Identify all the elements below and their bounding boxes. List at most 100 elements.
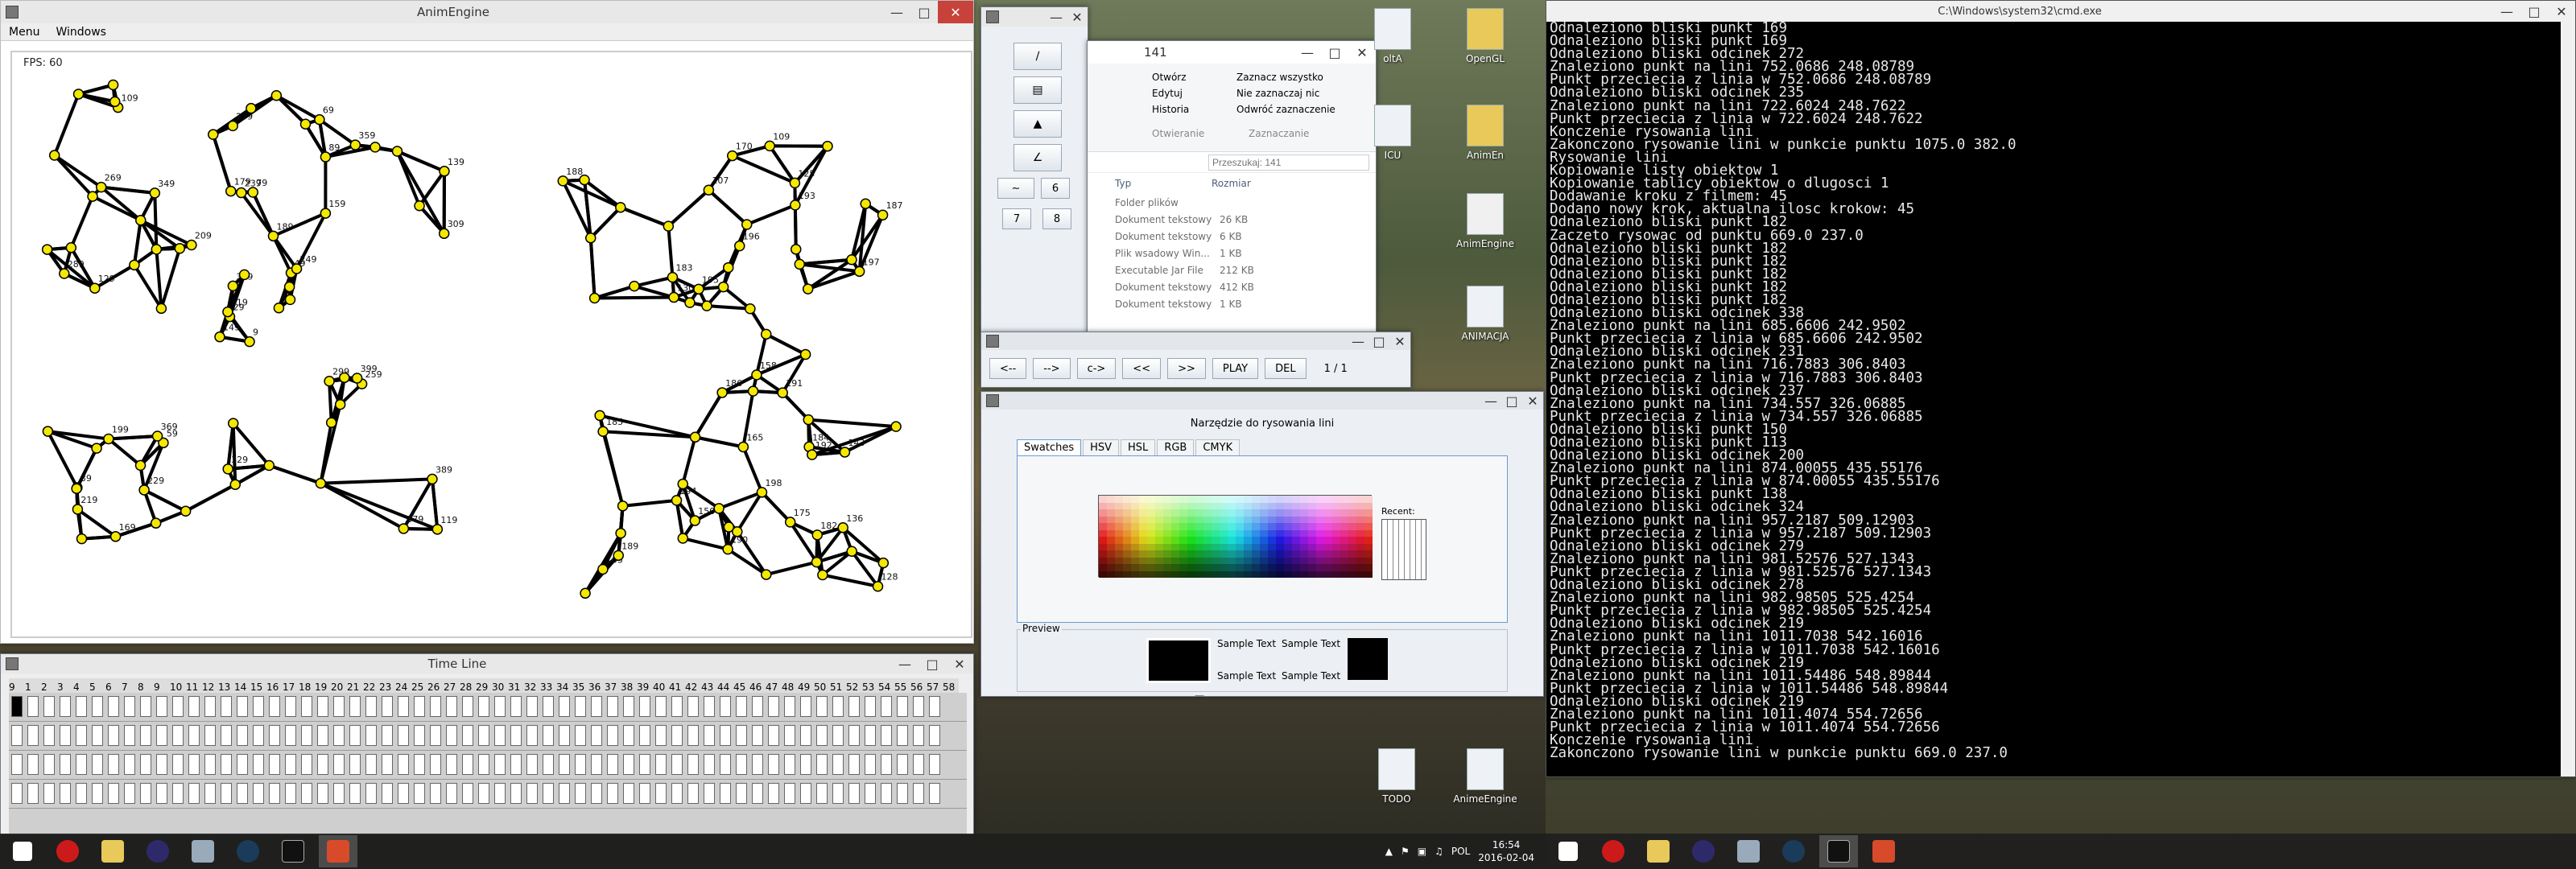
left-graph-edge[interactable]: [318, 118, 357, 146]
color-swatch[interactable]: [1147, 509, 1155, 517]
color-swatch[interactable]: [1308, 529, 1316, 537]
right-graph-node[interactable]: [677, 478, 688, 490]
color-swatch[interactable]: [1324, 543, 1332, 550]
timeline-cell[interactable]: [172, 783, 184, 804]
timeline-cell[interactable]: [865, 696, 876, 717]
color-swatch[interactable]: [1284, 550, 1292, 558]
color-swatch[interactable]: [1179, 529, 1187, 537]
timeline-cell[interactable]: [349, 696, 361, 717]
right-graph-edge[interactable]: [808, 418, 897, 429]
color-swatch[interactable]: [1308, 543, 1316, 550]
right-graph-edge[interactable]: [807, 270, 861, 291]
color-swatch[interactable]: [1356, 516, 1364, 523]
left-graph-edge[interactable]: [418, 170, 446, 207]
color-swatch[interactable]: [1316, 516, 1324, 523]
timeline-cell[interactable]: [897, 725, 908, 746]
color-swatch[interactable]: [1316, 564, 1324, 571]
color-swatch[interactable]: [1308, 550, 1316, 558]
color-swatch[interactable]: [1364, 502, 1373, 509]
timeline-cell[interactable]: [881, 696, 892, 717]
color-swatch[interactable]: [1332, 509, 1340, 517]
right-graph-node[interactable]: [794, 258, 806, 270]
color-swatch[interactable]: [1300, 529, 1308, 537]
timeline-cell[interactable]: [43, 725, 55, 746]
color-swatch[interactable]: [1228, 529, 1236, 537]
color-swatch[interactable]: [1139, 529, 1147, 537]
right-graph-node[interactable]: [807, 449, 818, 460]
color-swatch[interactable]: [1228, 564, 1236, 571]
left-graph-node[interactable]: [314, 113, 325, 126]
timeline-cell[interactable]: [929, 725, 940, 746]
angle-tool-button[interactable]: ∠: [1013, 144, 1062, 171]
right-graph-edge[interactable]: [634, 284, 675, 299]
timeline-cell[interactable]: [655, 696, 667, 717]
color-swatch[interactable]: [1147, 564, 1155, 571]
right-graph-node[interactable]: [723, 262, 734, 274]
color-swatch[interactable]: [1300, 502, 1308, 509]
left-graph-node[interactable]: [431, 524, 444, 535]
timeline-cell[interactable]: [559, 754, 570, 775]
color-swatch[interactable]: [1324, 529, 1332, 537]
right-graph-node[interactable]: [741, 219, 753, 230]
timeline-cell[interactable]: [559, 783, 570, 804]
left-graph-node[interactable]: [214, 331, 225, 343]
right-graph-node[interactable]: [667, 271, 679, 283]
minimize-icon[interactable]: —: [891, 654, 919, 675]
color-swatch[interactable]: [1171, 570, 1179, 578]
color-swatch[interactable]: [1284, 502, 1292, 509]
left-graph-edge[interactable]: [108, 434, 158, 441]
left-graph-node[interactable]: [41, 244, 53, 255]
color-swatch[interactable]: [1244, 564, 1252, 571]
right-graph-node[interactable]: [668, 291, 679, 303]
tools-titlebar[interactable]: — ✕: [981, 7, 1088, 27]
timeline-cell[interactable]: [398, 783, 409, 804]
color-swatch[interactable]: [1356, 523, 1364, 530]
right-graph-edge[interactable]: [594, 295, 675, 300]
right-graph-edge[interactable]: [589, 206, 622, 240]
right-graph-node[interactable]: [747, 385, 759, 397]
color-swatch[interactable]: [1220, 570, 1228, 578]
color-swatch[interactable]: [1308, 557, 1316, 564]
file-row[interactable]: Dokument tekstowy 412 KB: [1115, 278, 1376, 295]
timeline-cell[interactable]: [752, 725, 763, 746]
maximize-icon[interactable]: □: [919, 654, 946, 675]
start-icon[interactable]: [1549, 835, 1587, 867]
color-swatch[interactable]: [1340, 550, 1348, 558]
color-swatch[interactable]: [1139, 502, 1147, 509]
timeline-cell[interactable]: [11, 725, 23, 746]
timeline-cell[interactable]: [768, 783, 779, 804]
color-swatch[interactable]: [1163, 564, 1171, 571]
color-swatch[interactable]: [1139, 509, 1147, 517]
left-graph-edge[interactable]: [395, 150, 446, 235]
color-swatch[interactable]: [1268, 537, 1276, 544]
timeline-cell[interactable]: [108, 696, 119, 717]
color-swatch[interactable]: [1356, 564, 1364, 571]
right-graph-node[interactable]: [777, 387, 788, 398]
tab-hsl[interactable]: HSL: [1121, 439, 1156, 455]
color-swatch[interactable]: [1099, 509, 1107, 517]
color-swatch[interactable]: [1107, 557, 1115, 564]
left-graph-node[interactable]: [222, 463, 233, 475]
color-swatch[interactable]: [1292, 516, 1300, 523]
color-swatch[interactable]: [1332, 537, 1340, 544]
left-graph-node[interactable]: [238, 269, 250, 281]
timeline-cell[interactable]: [365, 754, 377, 775]
timeline-cell[interactable]: [832, 725, 844, 746]
timeline-cell[interactable]: [462, 725, 473, 746]
left-graph-node[interactable]: [398, 523, 410, 534]
timeline-cell[interactable]: [929, 754, 940, 775]
color-swatch[interactable]: [1123, 557, 1131, 564]
timeline-cell[interactable]: [156, 754, 167, 775]
timeline-cell[interactable]: [800, 783, 811, 804]
timeline-cell[interactable]: [510, 783, 522, 804]
color-swatch[interactable]: [1364, 543, 1373, 550]
color-swatch[interactable]: [1332, 523, 1340, 530]
explorer-titlebar[interactable]: 141 — □ ✕: [1088, 41, 1376, 64]
color-swatch[interactable]: [1107, 564, 1115, 571]
timeline-cell[interactable]: [204, 725, 216, 746]
color-swatch[interactable]: [1187, 529, 1195, 537]
timeline-cell[interactable]: [60, 696, 71, 717]
color-swatch[interactable]: [1155, 529, 1163, 537]
timeline-grid[interactable]: [9, 693, 967, 834]
color-swatch[interactable]: [1123, 496, 1131, 503]
